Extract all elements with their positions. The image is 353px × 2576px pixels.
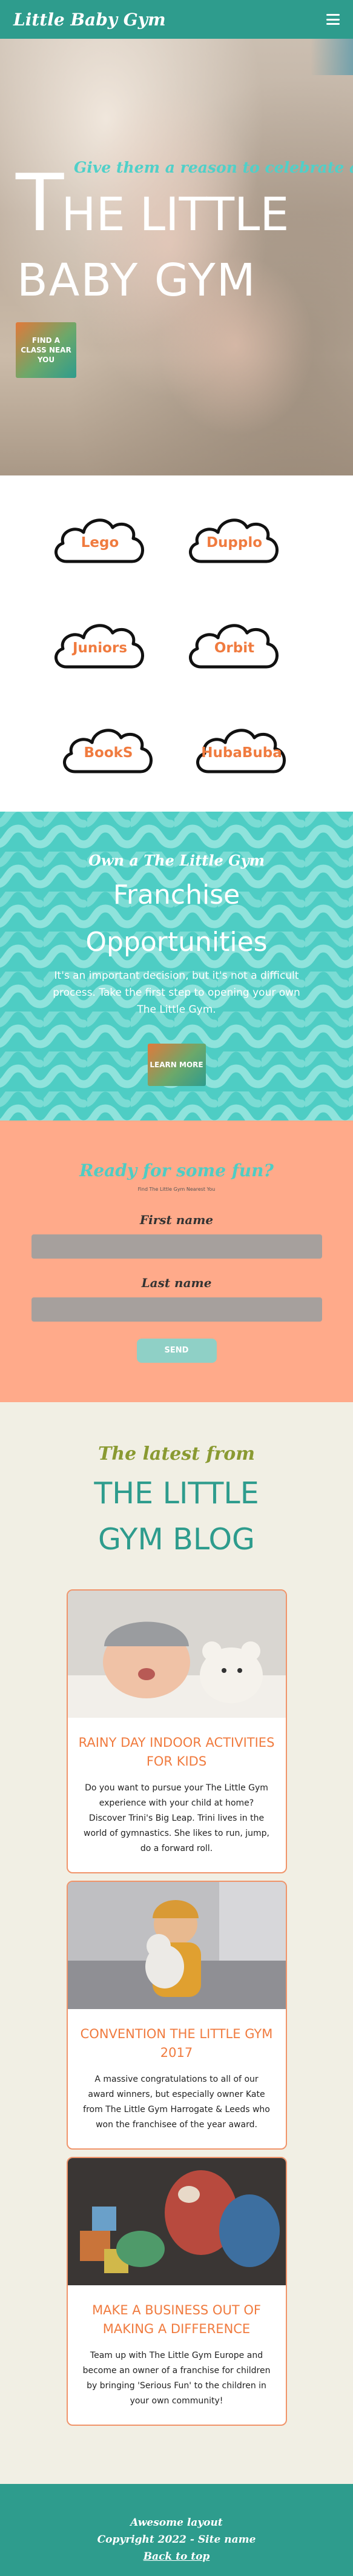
class-label: Lego	[81, 535, 119, 551]
class-cloud-dupplo[interactable]: Dupplo	[183, 505, 286, 568]
top-navbar: Little Baby Gym	[0, 0, 353, 39]
last-name-label: Last name	[141, 1276, 212, 1290]
hero-photo-ribbon	[311, 39, 353, 75]
blog-card[interactable]: RAINY DAY INDOOR ACTIVITIES FOR KIDS Do …	[66, 1589, 287, 1873]
footer-line1: Awesome layout	[130, 2517, 223, 2529]
find-class-button[interactable]: FIND A CLASS NEAR YOU	[16, 322, 76, 378]
hero-title-rest: HE LITTLE	[61, 187, 289, 241]
class-cloud-hubabuba[interactable]: HubaBuba	[190, 715, 293, 778]
franchise-title-line2: Opportunities	[85, 927, 268, 958]
blog-image-baby-yawning	[67, 1591, 286, 1718]
hero-title-initial: T	[16, 157, 64, 249]
blog-post-title[interactable]: CONVENTION THE LITTLE GYM 2017	[68, 2009, 286, 2062]
blog-post-title[interactable]: RAINY DAY INDOOR ACTIVITIES FOR KIDS	[68, 1718, 286, 1771]
blog-title-line1: THE LITTLE	[94, 1476, 259, 1511]
signup-subtitle: Find The Little Gym Nearest You	[137, 1187, 216, 1192]
footer-copyright: Copyright 2022 - Site name	[97, 2534, 256, 2546]
franchise-section: Own a The Little Gym Franchise Opportuni…	[0, 812, 353, 1121]
blog-kicker: The latest from	[97, 1443, 256, 1465]
blog-image-toys	[67, 2158, 286, 2285]
franchise-title-line1: Franchise	[113, 879, 240, 910]
franchise-body: It's an important decision, but it's not…	[53, 970, 300, 1016]
blog-section: The latest from THE LITTLE GYM BLOG RAIN…	[0, 1402, 353, 2576]
brand-logo[interactable]: Little Baby Gym	[13, 10, 166, 30]
class-label: Dupplo	[206, 535, 263, 551]
send-button[interactable]: SEND	[136, 1339, 217, 1363]
signup-section: Ready for some fun? Find The Little Gym …	[0, 1121, 353, 1402]
hero-title-line1: THE LITTLE	[16, 164, 289, 242]
hamburger-menu-icon[interactable]	[326, 14, 340, 25]
blog-image-child-with-bear	[67, 1882, 286, 2009]
blog-card[interactable]: CONVENTION THE LITTLE GYM 2017 A massive…	[66, 1881, 287, 2150]
blog-post-text: Team up with The Little Gym Europe and b…	[82, 2351, 271, 2406]
class-cloud-juniors[interactable]: Juniors	[48, 610, 151, 674]
last-name-field[interactable]	[31, 1297, 322, 1322]
signup-title: Ready for some fun?	[79, 1161, 274, 1180]
class-cloud-books[interactable]: BookS	[57, 715, 160, 778]
blog-post-text: Do you want to pursue your The Little Gy…	[84, 1783, 269, 1853]
blog-post-text: A massive congratulations to all of our …	[83, 2074, 270, 2130]
class-label: Orbit	[214, 640, 255, 656]
class-label: BookS	[84, 745, 133, 761]
blog-card[interactable]: MAKE A BUSINESS OUT OF MAKING A DIFFEREN…	[66, 2157, 287, 2426]
hero-title-line2: BABY GYM	[17, 254, 257, 306]
blog-post-title[interactable]: MAKE A BUSINESS OUT OF MAKING A DIFFEREN…	[68, 2285, 286, 2339]
blog-title-line2: GYM BLOG	[97, 1522, 256, 1557]
class-cloud-lego[interactable]: Lego	[48, 505, 151, 568]
class-label: HubaBuba	[201, 745, 282, 761]
class-cloud-orbit[interactable]: Orbit	[183, 610, 286, 674]
hero-section: Give them a reason to celebrate at THE L…	[0, 0, 353, 475]
back-to-top-link[interactable]: Back to top	[144, 2551, 210, 2563]
learn-more-button[interactable]: LEARN MORE	[147, 1044, 206, 1086]
class-label: Juniors	[72, 640, 128, 656]
site-footer: Awesome layout Copyright 2022 - Site nam…	[0, 2484, 353, 2576]
first-name-label: First name	[139, 1213, 214, 1227]
classes-section: Lego Dupplo Juniors Orbit BookS HubaBuba	[0, 475, 353, 812]
first-name-field[interactable]	[31, 1234, 322, 1259]
franchise-kicker: Own a The Little Gym	[88, 852, 265, 869]
